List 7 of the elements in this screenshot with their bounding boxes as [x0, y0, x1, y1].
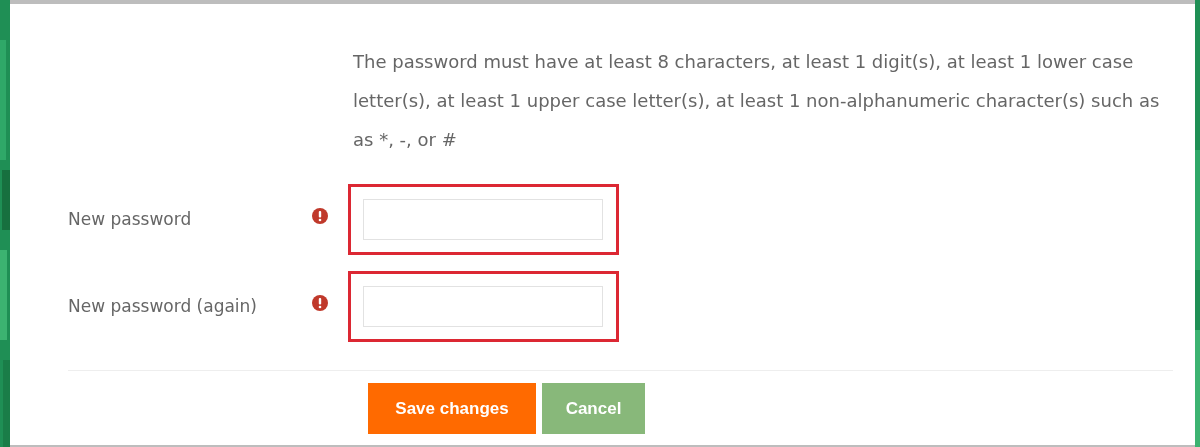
cancel-button[interactable]: Cancel — [542, 383, 645, 434]
field-label: New password (again) — [68, 294, 258, 318]
password-requirements: The password must have at least 8 characters, at least 1 digit(s), at least 1 lower case letter(s), at least 1 upper case letter(s), at least 1 non-alphanumeric character(s) such as as *, -, or # — [353, 50, 1161, 152]
password-field[interactable] — [348, 271, 619, 342]
save-button[interactable]: Save changes — [368, 383, 536, 434]
password-field[interactable] — [348, 184, 619, 255]
field-label: New password — [68, 207, 193, 231]
